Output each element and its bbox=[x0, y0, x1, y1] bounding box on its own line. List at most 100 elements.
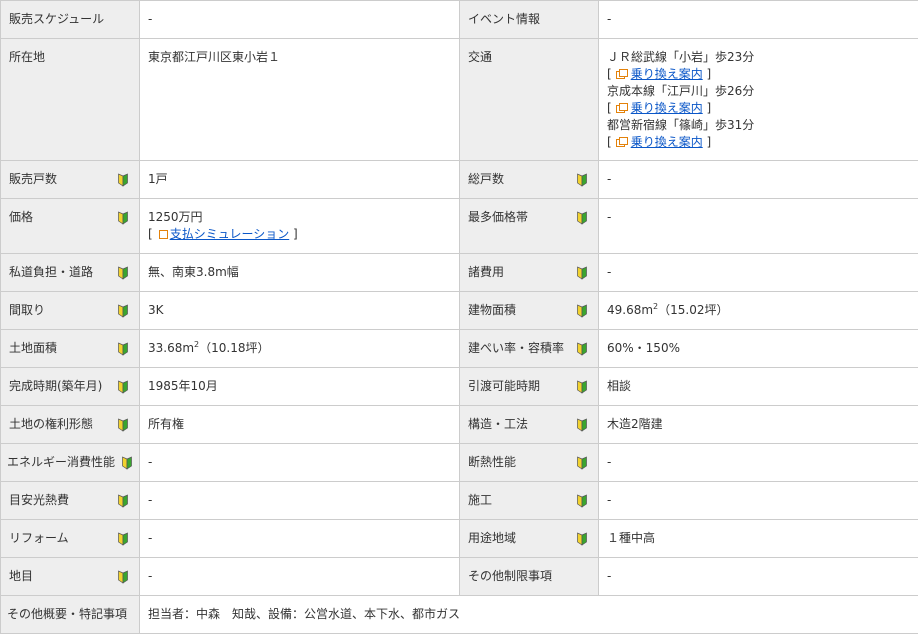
label-completion-date: 完成時期(築年月) bbox=[9, 379, 103, 393]
beginner-mark-icon[interactable] bbox=[575, 418, 589, 432]
label-cell-layout: 間取り bbox=[0, 291, 140, 330]
value-address: 東京都江戸川区東小岩１ bbox=[148, 50, 281, 64]
property-spec-table: 販売スケジュール - イベント情報 - 所在地 東京都江戸川区東小岩１ 交通 Ｊ… bbox=[0, 0, 918, 634]
label-other-notes: その他概要・特記事項 bbox=[7, 607, 128, 621]
beginner-mark-icon[interactable] bbox=[116, 211, 130, 225]
table-row: 販売スケジュール - イベント情報 - bbox=[0, 0, 918, 39]
label-cell-misc-costs: 諸費用 bbox=[459, 253, 599, 292]
beginner-mark-icon[interactable] bbox=[575, 532, 589, 546]
value-cell-private-road: 無、南東3.8m幅 bbox=[139, 253, 460, 292]
external-window-icon[interactable] bbox=[615, 103, 628, 113]
beginner-mark-icon[interactable] bbox=[116, 418, 130, 432]
value-land-area-tsubo: （10.18坪） bbox=[199, 341, 270, 355]
transfer-guide-link-2[interactable]: 乗り換え案内 bbox=[631, 101, 703, 115]
label-cell-utility-estimate: 目安光熱費 bbox=[0, 481, 140, 520]
value-completion-date: 1985年10月 bbox=[148, 379, 218, 393]
label-cell-insulation: 断熱性能 bbox=[459, 443, 599, 482]
value-cell-structure: 木造2階建 bbox=[598, 405, 918, 444]
label-layout: 間取り bbox=[9, 303, 46, 317]
external-window-icon[interactable] bbox=[615, 69, 628, 79]
external-window-icon[interactable] bbox=[615, 137, 628, 147]
bracket-open: [ bbox=[148, 227, 153, 241]
bracket-close: ] bbox=[706, 67, 712, 81]
beginner-mark-icon[interactable] bbox=[116, 380, 130, 394]
beginner-mark-icon[interactable] bbox=[116, 304, 130, 318]
table-row: 販売戸数 1戸 総戸数 - bbox=[0, 160, 918, 199]
table-row: 所在地 東京都江戸川区東小岩１ 交通 ＪＲ総武線「小岩」歩23分 [乗り換え案内… bbox=[0, 38, 918, 161]
label-structure: 構造・工法 bbox=[468, 417, 529, 431]
value-cell-builder: - bbox=[598, 481, 918, 520]
value-cell-coverage-ratio: 60%・150% bbox=[598, 329, 918, 368]
value-cell-most-price-range: - bbox=[598, 198, 918, 254]
beginner-mark-icon[interactable] bbox=[575, 342, 589, 356]
value-energy-performance: - bbox=[148, 455, 153, 469]
value-utility-estimate: - bbox=[148, 493, 153, 507]
value-zoning: １種中高 bbox=[607, 531, 656, 545]
value-units-for-sale: 1戸 bbox=[148, 172, 168, 186]
beginner-mark-icon[interactable] bbox=[120, 456, 134, 470]
value-cell-address: 東京都江戸川区東小岩１ bbox=[139, 38, 460, 161]
label-reform: リフォーム bbox=[9, 531, 69, 545]
value-cell-layout: 3K bbox=[139, 291, 460, 330]
payment-simulation-link[interactable]: 支払シミュレーション bbox=[170, 227, 290, 241]
value-misc-costs: - bbox=[607, 265, 612, 279]
beginner-mark-icon[interactable] bbox=[116, 532, 130, 546]
simulation-square-icon[interactable] bbox=[158, 230, 168, 239]
beginner-mark-icon[interactable] bbox=[116, 494, 130, 508]
value-cell-delivery-time: 相談 bbox=[598, 367, 918, 406]
beginner-mark-icon[interactable] bbox=[575, 211, 589, 225]
label-energy-performance: エネルギー消費性能 bbox=[7, 455, 116, 469]
label-building-area: 建物面積 bbox=[468, 303, 517, 317]
beginner-mark-icon[interactable] bbox=[116, 266, 130, 280]
beginner-mark-icon[interactable] bbox=[116, 570, 130, 584]
beginner-mark-icon[interactable] bbox=[575, 304, 589, 318]
label-cell-other-notes: その他概要・特記事項 bbox=[0, 595, 140, 634]
label-insulation: 断熱性能 bbox=[468, 455, 517, 469]
value-other-notes: 担当者：中森 知哉、設備：公営水道、本下水、都市ガス bbox=[148, 607, 461, 621]
label-cell-delivery-time: 引渡可能時期 bbox=[459, 367, 599, 406]
label-land-area: 土地面積 bbox=[9, 341, 58, 355]
label-cell-land-area: 土地面積 bbox=[0, 329, 140, 368]
value-cell-sales-schedule: - bbox=[139, 0, 460, 39]
table-row: その他概要・特記事項 担当者：中森 知哉、設備：公営水道、本下水、都市ガス bbox=[0, 595, 918, 634]
label-cell-private-road: 私道負担・道路 bbox=[0, 253, 140, 292]
label-cell-event-info: イベント情報 bbox=[459, 0, 599, 39]
label-cell-energy-performance: エネルギー消費性能 bbox=[0, 443, 140, 482]
transfer-guide-link-3[interactable]: 乗り換え案内 bbox=[631, 135, 703, 149]
table-row: 地目 - その他制限事項 - bbox=[0, 557, 918, 596]
payment-sim-row: [ 支払シミュレーション ] bbox=[148, 226, 451, 243]
value-cell-other-restrictions: - bbox=[598, 557, 918, 596]
label-cell-coverage-ratio: 建ぺい率・容積率 bbox=[459, 329, 599, 368]
table-row: 私道負担・道路 無、南東3.8m幅 諸費用 - bbox=[0, 253, 918, 292]
label-delivery-time: 引渡可能時期 bbox=[468, 379, 541, 393]
beginner-mark-icon[interactable] bbox=[116, 342, 130, 356]
beginner-mark-icon[interactable] bbox=[575, 494, 589, 508]
label-coverage-ratio: 建ぺい率・容積率 bbox=[468, 341, 565, 355]
transfer-guide-link-1[interactable]: 乗り換え案内 bbox=[631, 67, 703, 81]
beginner-mark-icon[interactable] bbox=[575, 266, 589, 280]
value-cell-other-notes: 担当者：中森 知哉、設備：公営水道、本下水、都市ガス bbox=[139, 595, 918, 634]
value-delivery-time: 相談 bbox=[607, 379, 632, 393]
label-cell-zoning: 用途地域 bbox=[459, 519, 599, 558]
label-units-for-sale: 販売戸数 bbox=[9, 172, 58, 186]
table-row: 価格 1250万円 [支払シミュレーション ] 最多価格帯 - bbox=[0, 198, 918, 254]
value-coverage-ratio: 60%・150% bbox=[607, 341, 680, 355]
transit-line-3: 都営新宿線「篠崎」歩31分 bbox=[607, 118, 755, 132]
beginner-mark-icon[interactable] bbox=[575, 456, 589, 470]
label-transit: 交通 bbox=[468, 50, 493, 64]
transit-link-row-1: [乗り換え案内 ] bbox=[607, 66, 910, 83]
value-price: 1250万円 bbox=[148, 210, 203, 224]
value-cell-total-units: - bbox=[598, 160, 918, 199]
bracket-close: ] bbox=[293, 227, 298, 241]
table-row: エネルギー消費性能 - 断熱性能 - bbox=[0, 443, 918, 482]
beginner-mark-icon[interactable] bbox=[116, 173, 130, 187]
label-cell-other-restrictions: その他制限事項 bbox=[459, 557, 599, 596]
value-cell-building-area: 49.68m2（15.02坪） bbox=[598, 291, 918, 330]
value-other-restrictions: - bbox=[607, 569, 612, 583]
beginner-mark-icon[interactable] bbox=[575, 173, 589, 187]
label-most-price-range: 最多価格帯 bbox=[468, 210, 529, 224]
value-cell-completion-date: 1985年10月 bbox=[139, 367, 460, 406]
value-cell-utility-estimate: - bbox=[139, 481, 460, 520]
beginner-mark-icon[interactable] bbox=[575, 380, 589, 394]
label-cell-building-area: 建物面積 bbox=[459, 291, 599, 330]
